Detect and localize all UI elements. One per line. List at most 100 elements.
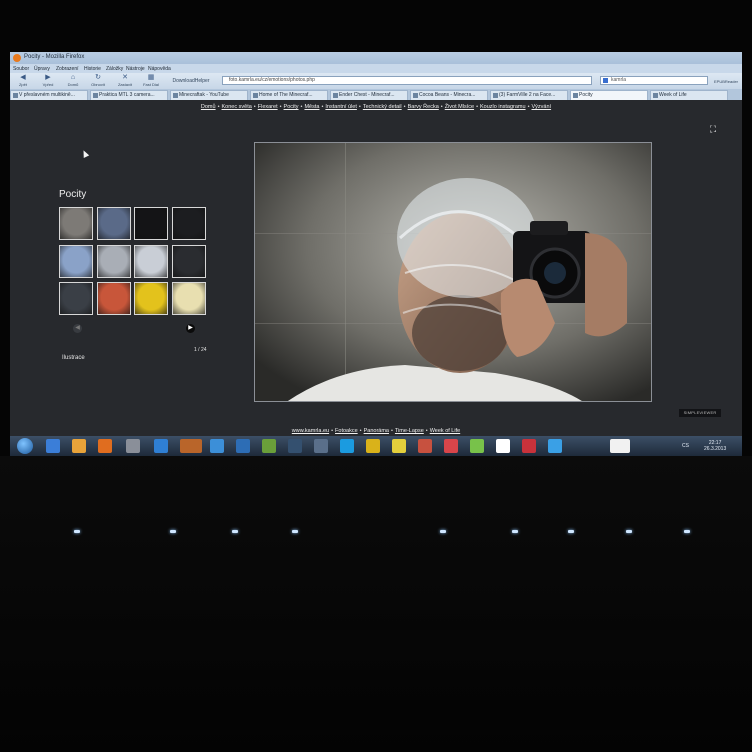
thumbnail[interactable] bbox=[96, 282, 131, 315]
taskbar-app-icon[interactable] bbox=[46, 439, 60, 453]
taskbar-app-icon[interactable] bbox=[236, 439, 250, 453]
topnav-link[interactable]: Barvy Řecka bbox=[408, 104, 439, 110]
fullscreen-icon[interactable]: ⛶ bbox=[707, 124, 719, 135]
taskbar-app-icon[interactable] bbox=[470, 439, 484, 453]
topnav-link[interactable]: Flexaret bbox=[258, 104, 278, 110]
prev-page-button[interactable]: ◀ bbox=[73, 324, 82, 333]
epub-reader-button[interactable]: EPUBReader bbox=[712, 75, 740, 87]
browser-tab[interactable]: Ender Chest - Minecraf... bbox=[330, 90, 408, 100]
footer-navigation: www.kamrla.eu • Fotoakce • Panoráma • Time-Lap… bbox=[10, 428, 742, 434]
thumbnail[interactable] bbox=[96, 244, 131, 278]
tab-favicon-icon bbox=[253, 93, 258, 98]
tab-label: Cocoa Beans - Minecra... bbox=[419, 92, 476, 98]
top-navigation: Domů • Konec světa • Flexaret • Pocity • Města • I… bbox=[10, 104, 742, 110]
link-separator: • bbox=[425, 428, 428, 434]
keyboard-led bbox=[684, 530, 690, 533]
language-indicator[interactable]: CS bbox=[682, 443, 689, 449]
menu-bar: Soubor Úpravy Zobrazení Historie Záložky Nást… bbox=[10, 64, 742, 73]
browser-tab[interactable]: Minecraftak - YouTube bbox=[170, 90, 248, 100]
taskbar-app-icon[interactable] bbox=[72, 439, 86, 453]
topnav-link[interactable]: Kouzlo instagramu bbox=[480, 104, 526, 110]
taskbar-app-icon[interactable] bbox=[262, 439, 276, 453]
navigation-toolbar: ◀ Zpět ▶ Vpřed ⌂ Domů ↻ Obnovit ✕ Zastavit ▦ F… bbox=[10, 73, 742, 89]
thumbnail[interactable] bbox=[171, 244, 206, 278]
thumbnail[interactable] bbox=[171, 207, 206, 240]
taskbar-app-icon[interactable] bbox=[98, 439, 112, 453]
taskbar-app-icon[interactable] bbox=[496, 439, 510, 453]
tab-favicon-icon bbox=[573, 93, 578, 98]
footer-link[interactable]: Panoráma bbox=[364, 428, 389, 434]
taskbar-app-icon[interactable] bbox=[154, 439, 168, 453]
tab-label: Home of The Minecraf... bbox=[259, 92, 313, 98]
thumbnail[interactable] bbox=[134, 244, 168, 278]
taskbar-app-icon[interactable] bbox=[210, 439, 224, 453]
taskbar-app-icon[interactable] bbox=[340, 439, 354, 453]
forward-button[interactable]: ▶ Vpřed bbox=[37, 74, 59, 88]
browser-tab[interactable]: Praktica MTL 3 camera... bbox=[90, 90, 168, 100]
stop-button[interactable]: ✕ Zastavit bbox=[114, 74, 136, 88]
keyboard-led bbox=[512, 530, 518, 533]
menu-item[interactable]: Zobrazení bbox=[56, 66, 79, 72]
taskbar-app-icon[interactable] bbox=[180, 439, 202, 453]
taskbar-app-icon[interactable] bbox=[444, 439, 458, 453]
footer-link[interactable]: Fotoakce bbox=[335, 428, 358, 434]
download-helper-button[interactable]: DownloadHelper bbox=[166, 74, 216, 88]
topnav-link[interactable]: Technický detail bbox=[363, 104, 402, 110]
home-button[interactable]: ⌂ Domů bbox=[62, 74, 84, 88]
topnav-link[interactable]: Instantní úlet bbox=[325, 104, 357, 110]
browser-tab[interactable]: V přeslavném multikině... bbox=[10, 90, 88, 100]
reload-button[interactable]: ↻ Obnovit bbox=[87, 74, 109, 88]
footer-link[interactable]: Week of Life bbox=[430, 428, 460, 434]
taskbar-app-icon[interactable] bbox=[418, 439, 432, 453]
thumbnail[interactable] bbox=[134, 282, 168, 315]
footer-link[interactable]: www.kamrla.eu bbox=[292, 428, 329, 434]
menu-item[interactable]: Soubor bbox=[13, 66, 29, 72]
tab-favicon-icon bbox=[13, 93, 18, 98]
keyboard-led bbox=[232, 530, 238, 533]
taskbar-app-icon[interactable] bbox=[392, 439, 406, 453]
browser-tab[interactable]: Cocoa Beans - Minecra... bbox=[410, 90, 488, 100]
search-engine-icon bbox=[603, 78, 608, 83]
taskbar-app-icon[interactable] bbox=[366, 439, 380, 453]
browser-tab[interactable]: (3) FarmVille 2 na Face... bbox=[490, 90, 568, 100]
topnav-link[interactable]: Konec světa bbox=[222, 104, 252, 110]
tab-favicon-icon bbox=[413, 93, 418, 98]
link-separator: • bbox=[358, 104, 361, 110]
fast-dial-button[interactable]: ▦ Fast Dial bbox=[140, 74, 162, 88]
search-box[interactable]: kamrla bbox=[600, 76, 708, 85]
topnav-link[interactable]: Města bbox=[304, 104, 319, 110]
taskbar-app-icon[interactable] bbox=[548, 439, 562, 453]
thumbnail[interactable] bbox=[96, 207, 131, 240]
topnav-link[interactable]: Domů bbox=[201, 104, 216, 110]
menu-item[interactable]: Úpravy bbox=[34, 66, 50, 72]
system-clock[interactable]: 22:17 26.3.2013 bbox=[704, 440, 726, 452]
thumbnail[interactable] bbox=[59, 244, 93, 278]
browser-tab[interactable]: Week of Life bbox=[650, 90, 728, 100]
topnav-link[interactable]: Výzvání bbox=[532, 104, 552, 110]
clock-date: 26.3.2013 bbox=[704, 446, 727, 452]
thumbnail[interactable] bbox=[59, 207, 93, 240]
menu-item[interactable]: Záložky bbox=[106, 66, 123, 72]
thumbnail[interactable] bbox=[171, 282, 206, 315]
main-photo[interactable] bbox=[254, 142, 652, 402]
menu-item[interactable]: Nástroje bbox=[126, 66, 145, 72]
browser-tab[interactable]: Home of The Minecraf... bbox=[250, 90, 328, 100]
topnav-link[interactable]: Život Mlsíce bbox=[445, 104, 474, 110]
fast-dial-icon: ▦ bbox=[147, 74, 155, 81]
url-bar[interactable]: foto.kamrla.eu/cz/emotions/photos.php bbox=[222, 76, 592, 85]
menu-item[interactable]: Nápověda bbox=[148, 66, 171, 72]
taskbar-app-icon[interactable] bbox=[314, 439, 328, 453]
browser-tab[interactable]: Pocity bbox=[570, 90, 648, 100]
taskbar-app-icon[interactable] bbox=[610, 439, 630, 453]
thumbnail[interactable] bbox=[59, 282, 93, 315]
taskbar-app-icon[interactable] bbox=[126, 439, 140, 453]
back-button[interactable]: ◀ Zpět bbox=[12, 74, 34, 88]
topnav-link[interactable]: Pocity bbox=[284, 104, 299, 110]
start-button[interactable] bbox=[17, 438, 33, 454]
taskbar-app-icon[interactable] bbox=[288, 439, 302, 453]
menu-item[interactable]: Historie bbox=[84, 66, 101, 72]
footer-link[interactable]: Time-Lapse bbox=[395, 428, 424, 434]
thumbnail[interactable] bbox=[134, 207, 168, 240]
taskbar-app-icon[interactable] bbox=[522, 439, 536, 453]
next-page-button[interactable]: ▶ bbox=[186, 324, 195, 333]
